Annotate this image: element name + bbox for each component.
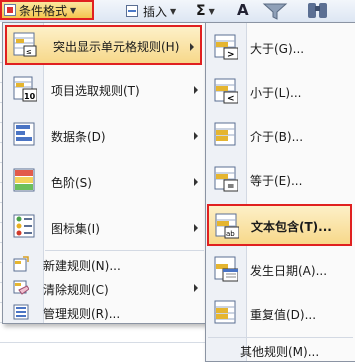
top-10-icon: 10 <box>13 76 37 102</box>
autosum-button[interactable]: Σ ▼ <box>196 2 215 20</box>
submenu-item-equal-to[interactable]: = 等于(E)... <box>206 159 355 199</box>
submenu-item-more-rules[interactable]: 其他规则(M)... <box>206 339 355 361</box>
submenu-item-date-occurring[interactable]: 发生日期(A)... <box>206 249 355 289</box>
svg-text:>: > <box>227 50 235 60</box>
menu-item-icon-sets[interactable]: 图标集(I) <box>3 207 206 247</box>
highlight-cells-submenu: > 大于(G)... < 小于(L)... 介于(B)... = 等于(E)..… <box>205 22 355 362</box>
menu-item-new-rule[interactable]: 新建规则(N)... <box>3 253 206 275</box>
sort-icon: A <box>237 1 249 19</box>
greater-than-icon: > <box>214 34 238 60</box>
chevron-down-icon: ▼ <box>170 6 177 16</box>
svg-text:10: 10 <box>24 92 36 101</box>
submenu-item-label: 文本包含(T)... <box>251 220 332 234</box>
menu-item-label: 数据条(D) <box>51 130 106 144</box>
new-rule-icon <box>13 256 29 272</box>
filter-button[interactable] <box>262 2 288 20</box>
sort-button[interactable]: A <box>237 1 249 19</box>
submenu-item-label: 等于(E)... <box>250 174 303 188</box>
binoculars-icon <box>308 3 327 18</box>
submenu-item-less-than[interactable]: < 小于(L)... <box>206 71 355 111</box>
conditional-formatting-icon <box>4 4 16 16</box>
submenu-item-greater-than[interactable]: > 大于(G)... <box>206 27 355 67</box>
submenu-arrow-icon <box>194 284 198 292</box>
menu-item-manage-rules[interactable]: 管理规则(R)... <box>3 301 206 323</box>
insert-cells-icon <box>126 5 138 17</box>
menu-item-top-bottom-rules[interactable]: 10 项目选取规则(T) <box>3 69 206 109</box>
menu-item-label: 清除规则(C) <box>43 283 109 297</box>
chevron-down-icon: ▼ <box>70 5 77 15</box>
submenu-item-label: 小于(L)... <box>250 86 302 100</box>
menu-item-data-bars[interactable]: 数据条(D) <box>3 115 206 155</box>
conditional-formatting-label: 条件格式 <box>19 3 68 18</box>
submenu-arrow-icon <box>190 43 194 51</box>
submenu-item-label: 发生日期(A)... <box>250 264 328 278</box>
clear-rules-icon <box>13 280 29 295</box>
equal-to-icon: = <box>214 166 238 192</box>
menu-item-label: 新建规则(N)... <box>43 259 121 273</box>
icon-sets-icon <box>13 214 35 238</box>
highlight-cells-icon: ≤ <box>13 32 37 57</box>
data-bars-icon <box>13 122 35 146</box>
submenu-arrow-icon <box>194 132 198 140</box>
submenu-item-between[interactable]: 介于(B)... <box>206 115 355 155</box>
menu-item-label: 色阶(S) <box>51 176 92 190</box>
sigma-icon: Σ <box>196 3 206 19</box>
submenu-arrow-icon <box>194 178 198 186</box>
menu-item-label: 管理规则(R)... <box>43 307 121 321</box>
color-scales-icon <box>13 168 35 192</box>
menu-item-label: 图标集(I) <box>51 222 100 236</box>
manage-rules-icon <box>13 304 29 320</box>
menu-item-highlight-cells-rules[interactable]: ≤ 突出显示单元格规则(H) <box>5 25 202 65</box>
menu-item-color-scales[interactable]: 色阶(S) <box>3 161 206 201</box>
text-contains-icon: ab <box>215 213 239 239</box>
submenu-item-label: 介于(B)... <box>250 130 304 144</box>
chevron-down-icon: ▼ <box>208 6 215 16</box>
svg-text:=: = <box>227 182 235 192</box>
duplicate-values-icon <box>214 300 236 324</box>
svg-text:≤: ≤ <box>26 48 32 56</box>
conditional-formatting-menu: ≤ 突出显示单元格规则(H) 10 项目选取规则(T) 数据条(D) 色阶(S)… <box>2 22 207 324</box>
menu-item-clear-rules[interactable]: 清除规则(C) <box>3 277 206 299</box>
svg-text:ab: ab <box>226 230 235 238</box>
ribbon: 条件格式 ▼ 插入 ▼ Σ ▼ A <box>0 0 355 23</box>
insert-label: 插入 <box>143 4 168 19</box>
svg-text:<: < <box>227 94 235 104</box>
menu-item-label: 突出显示单元格规则(H) <box>53 40 180 54</box>
submenu-item-label: 其他规则(M)... <box>240 345 320 359</box>
submenu-item-text-contains[interactable]: ab 文本包含(T)... <box>207 204 352 246</box>
insert-button[interactable]: 插入 ▼ <box>126 2 176 20</box>
menu-item-label: 项目选取规则(T) <box>51 84 140 98</box>
date-occurring-icon <box>214 256 238 282</box>
submenu-arrow-icon <box>194 86 198 94</box>
submenu-item-label: 大于(G)... <box>250 42 305 56</box>
funnel-icon <box>262 3 288 20</box>
submenu-item-duplicate-values[interactable]: 重复值(D)... <box>206 293 355 333</box>
less-than-icon: < <box>214 78 238 104</box>
submenu-item-label: 重复值(D)... <box>250 308 317 322</box>
conditional-formatting-button[interactable]: 条件格式 ▼ <box>0 0 94 20</box>
submenu-arrow-icon <box>194 224 198 232</box>
find-select-button[interactable] <box>305 1 331 19</box>
between-icon <box>214 122 236 146</box>
